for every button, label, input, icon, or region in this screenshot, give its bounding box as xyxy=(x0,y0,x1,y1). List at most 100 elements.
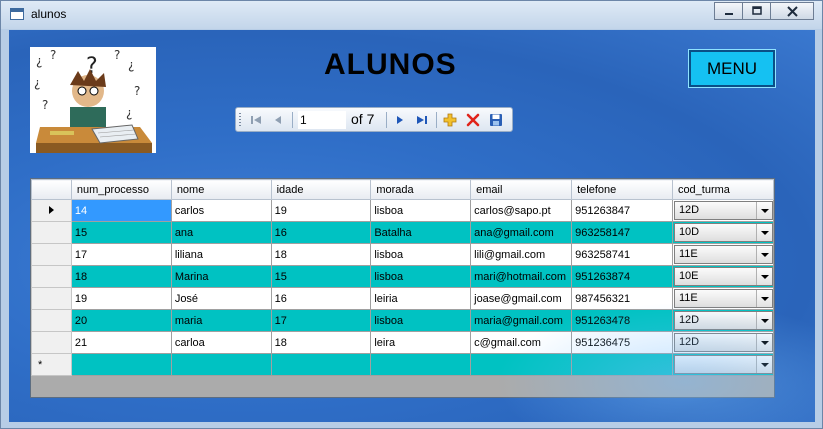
cell-email[interactable]: lili@gmail.com xyxy=(470,243,573,266)
new-row[interactable]: * xyxy=(31,353,775,376)
title-bar[interactable]: alunos xyxy=(1,1,822,29)
cell-nome[interactable]: José xyxy=(170,287,272,310)
cell-morada[interactable]: leira xyxy=(370,331,472,354)
dropdown-arrow-icon[interactable] xyxy=(755,224,772,241)
position-input[interactable] xyxy=(298,111,346,129)
table-row[interactable]: 17 liliana 18 lisboa lili@gmail.com 9632… xyxy=(31,243,775,266)
cell-email[interactable]: mari@hotmail.com xyxy=(470,265,573,288)
cell-telefone[interactable]: 987456321 xyxy=(571,287,673,310)
cell-num-processo[interactable]: 21 xyxy=(70,331,172,354)
dropdown-arrow-icon[interactable] xyxy=(755,290,772,307)
cell-telefone[interactable]: 963258741 xyxy=(571,243,673,266)
cell-telefone[interactable]: 951236475 xyxy=(571,331,673,354)
cell-idade[interactable] xyxy=(270,353,372,376)
cod-turma-dropdown[interactable]: 12D xyxy=(673,201,773,220)
cell-nome[interactable]: Marina xyxy=(170,265,272,288)
toolbar-grip[interactable] xyxy=(239,113,241,127)
cell-email[interactable]: ana@gmail.com xyxy=(470,221,573,244)
cell-email[interactable]: c@gmail.com xyxy=(470,331,573,354)
row-header[interactable] xyxy=(31,331,72,354)
cell-telefone[interactable]: 951263874 xyxy=(571,265,673,288)
cell-idade[interactable]: 18 xyxy=(270,243,372,266)
dropdown-arrow-icon[interactable] xyxy=(755,202,772,219)
cell-morada[interactable]: lisboa xyxy=(370,265,472,288)
cell-num-processo[interactable]: 17 xyxy=(70,243,172,266)
maximize-button[interactable] xyxy=(742,2,771,20)
row-header[interactable] xyxy=(31,309,72,332)
row-header[interactable] xyxy=(31,265,72,288)
table-row[interactable]: 20 maria 17 lisboa maria@gmail.com 95126… xyxy=(31,309,775,332)
cell-idade[interactable]: 17 xyxy=(270,309,372,332)
cod-turma-dropdown[interactable]: 12D xyxy=(673,333,773,352)
cod-turma-dropdown[interactable]: 11E xyxy=(673,245,773,264)
dropdown-arrow-icon[interactable] xyxy=(755,334,772,351)
move-previous-button[interactable] xyxy=(270,112,286,128)
row-header[interactable] xyxy=(31,243,72,266)
cell-idade[interactable]: 15 xyxy=(270,265,372,288)
dropdown-arrow-icon[interactable] xyxy=(755,312,772,329)
add-new-button[interactable] xyxy=(442,112,458,128)
table-row[interactable]: 19 José 16 leiria joase@gmail.com 987456… xyxy=(31,287,775,310)
table-row[interactable]: 18 Marina 15 lisboa mari@hotmail.com 951… xyxy=(31,265,775,288)
minimize-button[interactable] xyxy=(714,2,743,20)
row-header[interactable]: * xyxy=(31,353,72,376)
cell-nome[interactable]: liliana xyxy=(170,243,272,266)
cell-idade[interactable]: 16 xyxy=(270,221,372,244)
students-data-grid[interactable]: num_processo nome idade morada email tel… xyxy=(30,178,775,398)
cell-morada[interactable]: lisboa xyxy=(370,309,472,332)
cell-email[interactable] xyxy=(470,353,573,376)
dropdown-arrow-icon[interactable] xyxy=(755,268,772,285)
column-header-nome[interactable]: nome xyxy=(170,179,272,200)
cell-morada[interactable]: Batalha xyxy=(370,221,472,244)
cod-turma-dropdown[interactable] xyxy=(673,355,773,374)
column-header-idade[interactable]: idade xyxy=(270,179,372,200)
close-button[interactable] xyxy=(770,2,814,20)
row-header-corner[interactable] xyxy=(31,179,72,200)
cell-num-processo[interactable]: 20 xyxy=(70,309,172,332)
cod-turma-dropdown[interactable]: 10E xyxy=(673,267,773,286)
cell-nome[interactable]: ana xyxy=(170,221,272,244)
cell-telefone[interactable] xyxy=(571,353,673,376)
cell-telefone[interactable]: 951263847 xyxy=(571,199,673,222)
table-row[interactable]: 15 ana 16 Batalha ana@gmail.com 96325814… xyxy=(31,221,775,244)
delete-button[interactable] xyxy=(465,112,481,128)
cell-nome[interactable]: carlos xyxy=(170,199,272,222)
cell-num-processo[interactable]: 19 xyxy=(70,287,172,310)
cell-email[interactable]: carlos@sapo.pt xyxy=(470,199,573,222)
column-header-email[interactable]: email xyxy=(470,179,573,200)
cod-turma-dropdown[interactable]: 10D xyxy=(673,223,773,242)
dropdown-arrow-icon[interactable] xyxy=(755,356,772,373)
cell-nome[interactable]: carloa xyxy=(170,331,272,354)
move-last-button[interactable] xyxy=(414,112,430,128)
move-next-button[interactable] xyxy=(392,112,408,128)
cell-morada[interactable] xyxy=(370,353,472,376)
cod-turma-dropdown[interactable]: 11E xyxy=(673,289,773,308)
cell-email[interactable]: maria@gmail.com xyxy=(470,309,573,332)
column-header-telefone[interactable]: telefone xyxy=(571,179,673,200)
table-row[interactable]: 14 carlos 19 lisboa carlos@sapo.pt 95126… xyxy=(31,199,775,222)
table-row[interactable]: 21 carloa 18 leira c@gmail.com 951236475… xyxy=(31,331,775,354)
cell-email[interactable]: joase@gmail.com xyxy=(470,287,573,310)
cell-num-processo[interactable]: 14 xyxy=(70,199,172,222)
cod-turma-dropdown[interactable]: 12D xyxy=(673,311,773,330)
row-header[interactable] xyxy=(31,287,72,310)
column-header-cod-turma[interactable]: cod_turma xyxy=(671,179,775,200)
cell-telefone[interactable]: 963258147 xyxy=(571,221,673,244)
cell-telefone[interactable]: 951263478 xyxy=(571,309,673,332)
dropdown-arrow-icon[interactable] xyxy=(755,246,772,263)
cell-morada[interactable]: lisboa xyxy=(370,243,472,266)
row-header[interactable] xyxy=(31,199,72,222)
cell-nome[interactable]: maria xyxy=(170,309,272,332)
column-header-num-processo[interactable]: num_processo xyxy=(70,179,172,200)
cell-idade[interactable]: 18 xyxy=(270,331,372,354)
row-header[interactable] xyxy=(31,221,72,244)
save-button[interactable] xyxy=(488,112,504,128)
cell-idade[interactable]: 19 xyxy=(270,199,372,222)
cell-num-processo[interactable] xyxy=(70,353,172,376)
move-first-button[interactable] xyxy=(248,112,264,128)
column-header-morada[interactable]: morada xyxy=(370,179,472,200)
menu-button[interactable]: MENU xyxy=(688,49,776,88)
cell-morada[interactable]: lisboa xyxy=(370,199,472,222)
cell-idade[interactable]: 16 xyxy=(270,287,372,310)
cell-morada[interactable]: leiria xyxy=(370,287,472,310)
